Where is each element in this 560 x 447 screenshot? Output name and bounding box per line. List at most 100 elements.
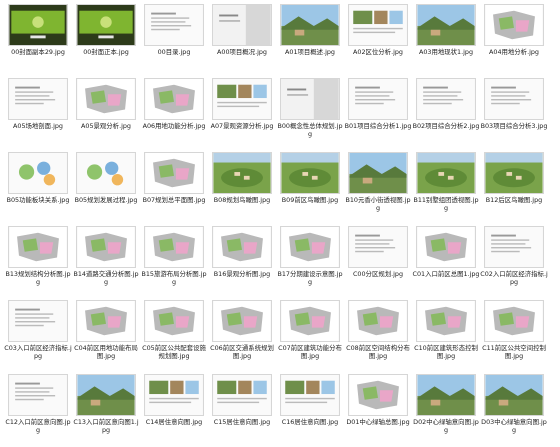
file-name-label: A03用地现状1.jpg [418, 48, 474, 56]
file-thumbnail-item[interactable]: C04前区用地功能布局图.jpg [72, 298, 140, 366]
file-thumbnail-image[interactable] [348, 300, 408, 342]
file-thumbnail-item[interactable]: A01项目概述.jpg [276, 2, 344, 70]
file-thumbnail-item[interactable]: A06用地功能分析.jpg [140, 76, 208, 144]
file-thumbnail-image[interactable] [144, 4, 204, 46]
file-name-label: C16居住意向图.jpg [281, 418, 339, 426]
file-thumbnail-item[interactable]: C08前区空间结构分布图.jpg [344, 298, 412, 366]
file-thumbnail-image[interactable] [280, 374, 340, 416]
file-name-label: 00封面正本.jpg [83, 48, 129, 56]
file-thumbnail-item[interactable]: C16居住意向图.jpg [276, 372, 344, 440]
file-thumbnail-image[interactable] [212, 374, 272, 416]
file-thumbnail-item[interactable]: C14居住意向图.jpg [140, 372, 208, 440]
file-thumbnail-item[interactable]: B17分期建设示意图.jpg [276, 224, 344, 292]
file-thumbnail-image[interactable] [484, 152, 544, 194]
file-thumbnail-image[interactable] [8, 374, 68, 416]
file-thumbnail-image[interactable] [144, 300, 204, 342]
file-thumbnail-item[interactable]: C15居住意向图.jpg [208, 372, 276, 440]
file-thumbnail-image[interactable] [416, 78, 476, 120]
file-thumbnail-item[interactable]: B05功能板块关系.jpg [4, 150, 72, 218]
file-thumbnail-image[interactable] [144, 152, 204, 194]
file-thumbnail-item[interactable]: B11别墅组团透视图.jpg [412, 150, 480, 218]
file-thumbnail-image[interactable] [416, 374, 476, 416]
file-thumbnail-image[interactable] [348, 226, 408, 268]
file-thumbnail-item[interactable]: A07景观资源分析.jpg [208, 76, 276, 144]
file-thumbnail-item[interactable]: B03项目综合分析3.jpg [480, 76, 548, 144]
file-thumbnail-image[interactable] [76, 374, 136, 416]
file-thumbnail-item[interactable]: C06前区交通系统规划图.jpg [208, 298, 276, 366]
file-thumbnail-image[interactable] [8, 152, 68, 194]
file-thumbnail-item[interactable]: B00概念性总体规划.jpg [276, 76, 344, 144]
file-thumbnail-image[interactable] [8, 78, 68, 120]
file-thumbnail-image[interactable] [348, 374, 408, 416]
file-thumbnail-item[interactable]: A05景观分析.jpg [72, 76, 140, 144]
file-thumbnail-item[interactable]: B15旅游布局分析图.jpg [140, 224, 208, 292]
file-thumbnail-item[interactable]: A04用地分析.jpg [480, 2, 548, 70]
file-thumbnail-item[interactable]: D01中心绿轴总图.jpg [344, 372, 412, 440]
file-thumbnail-image[interactable] [348, 152, 408, 194]
file-thumbnail-item[interactable]: A02区位分析.jpg [344, 2, 412, 70]
file-thumbnail-image[interactable] [212, 226, 272, 268]
file-name-label: B17分期建设示意图.jpg [277, 270, 343, 286]
file-thumbnail-image[interactable] [348, 78, 408, 120]
file-thumbnail-item[interactable]: C01入口前区总图1.jpg [412, 224, 480, 292]
file-thumbnail-image[interactable] [144, 226, 204, 268]
file-thumbnail-image[interactable] [416, 152, 476, 194]
file-thumbnail-image[interactable] [212, 152, 272, 194]
file-thumbnail-image[interactable] [416, 300, 476, 342]
file-thumbnail-image[interactable] [416, 4, 476, 46]
file-thumbnail-image[interactable] [144, 374, 204, 416]
file-thumbnail-image[interactable] [416, 226, 476, 268]
file-thumbnail-item[interactable]: C07前区建筑功能分布图.jpg [276, 298, 344, 366]
file-thumbnail-image[interactable] [484, 4, 544, 46]
file-thumbnail-item[interactable]: C11前区公共空间控制图.jpg [480, 298, 548, 366]
file-thumbnail-image[interactable] [280, 152, 340, 194]
file-thumbnail-item[interactable]: D02中心绿轴意向图.jpg [412, 372, 480, 440]
file-thumbnail-item[interactable]: B01项目综合分析1.jpg [344, 76, 412, 144]
file-thumbnail-image[interactable] [212, 4, 272, 46]
file-thumbnail-item[interactable]: C00分区规划.jpg [344, 224, 412, 292]
file-thumbnail-image[interactable] [484, 300, 544, 342]
file-thumbnail-image[interactable] [8, 4, 68, 46]
file-thumbnail-image[interactable] [144, 78, 204, 120]
file-thumbnail-image[interactable] [280, 300, 340, 342]
file-thumbnail-image[interactable] [76, 4, 136, 46]
file-thumbnail-image[interactable] [280, 226, 340, 268]
file-thumbnail-image[interactable] [76, 300, 136, 342]
file-thumbnail-image[interactable] [348, 4, 408, 46]
file-thumbnail-item[interactable]: B09前区鸟瞰图.jpg [276, 150, 344, 218]
file-thumbnail-item[interactable]: B16景观分析图.jpg [208, 224, 276, 292]
file-thumbnail-image[interactable] [280, 78, 340, 120]
file-thumbnail-item[interactable]: D03中心绿轴意向图.jpg [480, 372, 548, 440]
file-thumbnail-item[interactable]: C02入口前区经济指标.jpg [480, 224, 548, 292]
file-thumbnail-image[interactable] [8, 226, 68, 268]
file-thumbnail-item[interactable]: 00封面副本29.jpg [4, 2, 72, 70]
file-thumbnail-item[interactable]: B08规划鸟瞰图.jpg [208, 150, 276, 218]
file-thumbnail-image[interactable] [76, 152, 136, 194]
file-thumbnail-item[interactable]: A05场地剖面.jpg [4, 76, 72, 144]
file-thumbnail-image[interactable] [212, 300, 272, 342]
file-thumbnail-image[interactable] [212, 78, 272, 120]
file-thumbnail-image[interactable] [484, 78, 544, 120]
file-thumbnail-item[interactable]: B13规划结构分析图.jpg [4, 224, 72, 292]
file-thumbnail-item[interactable]: A00项目概况.jpg [208, 2, 276, 70]
file-thumbnail-item[interactable]: C03入口前区经济指标.jpg [4, 298, 72, 366]
file-thumbnail-item[interactable]: C10前区建筑形态控制图.jpg [412, 298, 480, 366]
file-thumbnail-item[interactable]: C05前区公共配套设施规划图.jpg [140, 298, 208, 366]
file-thumbnail-item[interactable]: 00目录.jpg [140, 2, 208, 70]
file-thumbnail-image[interactable] [280, 4, 340, 46]
file-thumbnail-item[interactable]: B12后区鸟瞰图.jpg [480, 150, 548, 218]
file-thumbnail-item[interactable]: B07规划总平面图.jpg [140, 150, 208, 218]
file-thumbnail-image[interactable] [76, 226, 136, 268]
file-thumbnail-image[interactable] [484, 374, 544, 416]
file-thumbnail-item[interactable]: B10元香小街透视图.jpg [344, 150, 412, 218]
file-thumbnail-item[interactable]: B05规划发展过程.jpg [72, 150, 140, 218]
file-thumbnail-item[interactable]: 00封面正本.jpg [72, 2, 140, 70]
file-thumbnail-image[interactable] [76, 78, 136, 120]
file-thumbnail-image[interactable] [484, 226, 544, 268]
file-thumbnail-image[interactable] [8, 300, 68, 342]
file-thumbnail-item[interactable]: C13入口前区意向图1.jpg [72, 372, 140, 440]
file-thumbnail-item[interactable]: B14道路交通分析图.jpg [72, 224, 140, 292]
file-thumbnail-item[interactable]: C12入口前区意向图.jpg [4, 372, 72, 440]
file-thumbnail-item[interactable]: A03用地现状1.jpg [412, 2, 480, 70]
file-thumbnail-item[interactable]: B02项目综合分析2.jpg [412, 76, 480, 144]
